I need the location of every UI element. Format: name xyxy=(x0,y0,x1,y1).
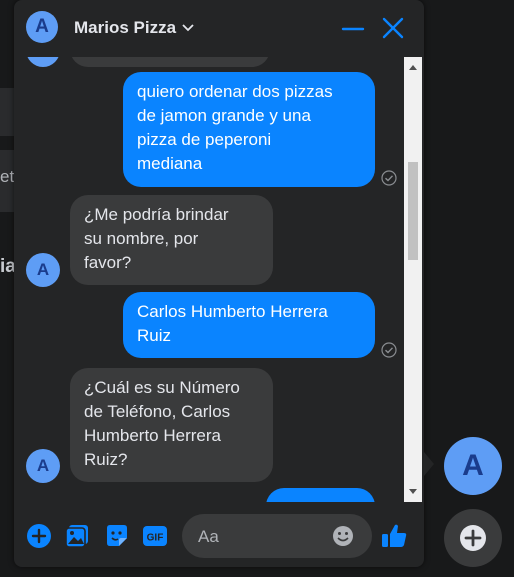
message-line: mediana xyxy=(137,154,203,173)
message-bubble-partial xyxy=(70,57,270,67)
message-input-box[interactable] xyxy=(182,514,372,560)
chat-head-avatar[interactable]: A xyxy=(444,437,502,495)
message-line: quiero ordenar dos pizzas xyxy=(137,82,333,101)
background-text: et xyxy=(0,167,15,186)
chat-window: A Marios Pizza quiero ordenar dos pizzas… xyxy=(14,0,424,567)
chevron-down-icon xyxy=(182,24,194,32)
message-bubble-outgoing: quiero ordenar dos pizzas de jamon grand… xyxy=(123,72,375,187)
message-line: de Teléfono, Carlos xyxy=(84,402,231,421)
message-bubble-outgoing: Carlos Humberto Herrera Ruiz xyxy=(123,292,375,358)
message-input[interactable] xyxy=(196,514,330,560)
new-message-plus-icon xyxy=(460,525,486,551)
contact-avatar[interactable]: A xyxy=(26,11,58,43)
message-composer: GIF xyxy=(14,502,424,567)
message-line: de jamon grande y una xyxy=(137,106,311,125)
message-scrollbar[interactable] xyxy=(404,57,422,502)
message-line: pizza de peperoni xyxy=(137,130,272,149)
new-message-button[interactable] xyxy=(444,509,502,567)
message-line: Ruiz xyxy=(137,326,172,345)
read-receipt-icon xyxy=(381,170,397,186)
message-line: ¿Me podría brindar xyxy=(84,205,229,224)
plus-circle-icon[interactable] xyxy=(26,523,52,549)
read-receipt-icon xyxy=(381,342,397,358)
contact-avatar xyxy=(26,57,60,67)
scroll-up-arrow-icon[interactable] xyxy=(409,65,417,70)
photo-icon[interactable] xyxy=(64,523,90,549)
message-list[interactable]: quiero ordenar dos pizzas de jamon grand… xyxy=(14,57,404,502)
chat-head-pointer xyxy=(424,452,434,476)
message-bubble-incoming: ¿Cuál es su Número de Teléfono, Carlos H… xyxy=(70,368,273,482)
chat-header: A Marios Pizza xyxy=(14,0,424,57)
message-line: Carlos Humberto Herrera xyxy=(137,302,328,321)
sticker-icon[interactable] xyxy=(104,523,130,549)
message-bubble-partial xyxy=(266,488,375,502)
message-line: su nombre, por xyxy=(84,229,199,248)
scrollbar-thumb[interactable] xyxy=(408,162,418,260)
gif-label: GIF xyxy=(147,533,164,544)
scroll-down-arrow-icon[interactable] xyxy=(409,489,417,494)
thumbs-up-icon[interactable] xyxy=(380,522,408,550)
message-line: Ruiz? xyxy=(84,450,128,469)
contact-avatar: A xyxy=(26,449,60,483)
conversation-name: Marios Pizza xyxy=(74,18,177,37)
message-line: favor? xyxy=(84,253,132,272)
contact-avatar: A xyxy=(26,253,60,287)
conversation-title[interactable]: Marios Pizza xyxy=(74,18,194,38)
message-line: ¿Cuál es su Número xyxy=(84,378,240,397)
minimize-icon[interactable] xyxy=(340,15,366,41)
message-line: Humberto Herrera xyxy=(84,426,221,445)
emoji-icon[interactable] xyxy=(332,525,354,547)
message-bubble-incoming: ¿Me podría brindar su nombre, por favor? xyxy=(70,195,273,285)
close-icon[interactable] xyxy=(380,15,406,41)
gif-icon[interactable]: GIF xyxy=(142,523,168,549)
